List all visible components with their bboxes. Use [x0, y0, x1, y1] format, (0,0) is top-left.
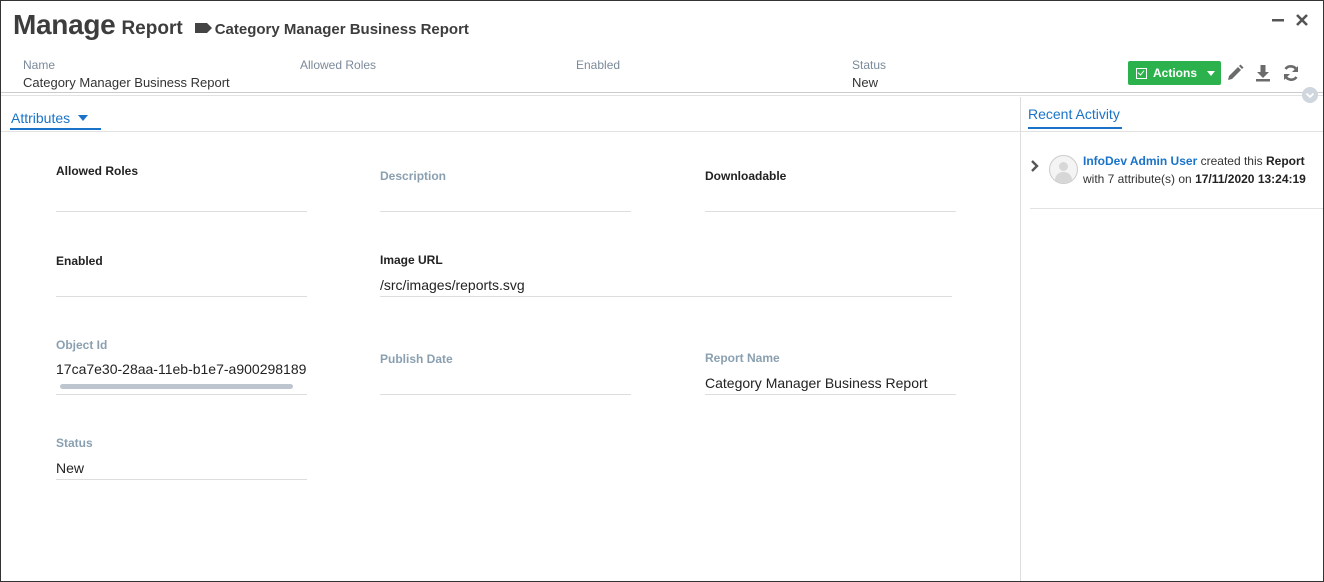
window-controls — [1271, 13, 1309, 27]
report-name-input[interactable]: Category Manager Business Report — [705, 375, 955, 391]
field-downloadable: Downloadable — [705, 169, 786, 183]
title-main: Manage — [13, 9, 116, 40]
edit-icon[interactable] — [1225, 63, 1245, 83]
divider — [1, 95, 1323, 96]
caret-down-icon — [1207, 70, 1215, 76]
refresh-icon[interactable] — [1281, 63, 1301, 83]
collapse-icon[interactable] — [1302, 87, 1318, 103]
caret-down-icon — [78, 115, 89, 121]
summary-bar: Name Category Manager Business Report Al… — [1, 58, 1301, 92]
activity-verb: created this — [1200, 154, 1263, 168]
field-label: Object Id — [56, 338, 108, 352]
summary-label: Allowed Roles — [300, 58, 377, 72]
divider — [1, 131, 1020, 132]
field-label: Image URL — [380, 253, 443, 267]
field-label: Description — [380, 169, 447, 183]
field-status: Status — [56, 436, 93, 450]
divider — [1, 92, 1323, 93]
summary-label: Enabled — [576, 58, 621, 72]
field-label: Allowed Roles — [56, 164, 139, 178]
field-underline — [56, 211, 307, 212]
tab-attributes-label: Attributes — [11, 110, 71, 126]
image-url-input[interactable]: /src/images/reports.svg — [380, 277, 950, 293]
avatar-icon — [1049, 155, 1078, 184]
field-underline — [705, 211, 956, 212]
tag-icon — [194, 23, 212, 33]
tab-recent-activity[interactable]: Recent Activity — [1028, 106, 1120, 122]
field-enabled: Enabled — [56, 254, 103, 268]
tab-attributes[interactable]: Attributes — [11, 110, 89, 126]
horizontal-scrollbar[interactable] — [60, 384, 293, 389]
chevron-right-icon[interactable] — [1030, 159, 1040, 173]
field-label: Status — [56, 436, 93, 450]
field-publish-date: Publish Date — [380, 352, 453, 366]
page-title: Manage Report Category Manager Business … — [13, 9, 469, 41]
field-underline — [705, 394, 956, 395]
field-object-id: Object Id — [56, 338, 107, 352]
field-label: Downloadable — [705, 169, 787, 183]
divider — [1021, 131, 1323, 132]
tab-underline — [10, 128, 101, 130]
close-icon[interactable] — [1295, 13, 1309, 27]
summary-status: Status New — [852, 58, 886, 90]
field-underline — [56, 479, 307, 480]
actions-button[interactable]: Actions — [1128, 61, 1221, 85]
summary-value: New — [852, 75, 879, 90]
tab-underline — [1028, 127, 1122, 129]
field-label: Report Name — [705, 351, 780, 365]
actions-label: Actions — [1153, 66, 1198, 80]
activity-detail: with 7 attribute(s) on — [1083, 172, 1192, 186]
field-underline — [56, 394, 307, 395]
activity-object: Report — [1265, 154, 1305, 168]
field-underline — [56, 296, 307, 297]
panel-divider — [1020, 97, 1021, 581]
record-name: Category Manager Business Report — [214, 21, 469, 38]
activity-item: InfoDev Admin User created this Report w… — [1030, 152, 1323, 209]
activity-time: 13:24:19 — [1257, 172, 1306, 186]
field-description: Description — [380, 169, 446, 183]
minimize-icon[interactable] — [1271, 13, 1285, 27]
avatar-body — [1055, 172, 1072, 183]
activity-user-link[interactable]: InfoDev Admin User — [1083, 154, 1197, 168]
object-id-input[interactable]: 17ca7e30-28aa-11eb-b1e7-a90029818951 — [56, 361, 307, 377]
title-type: Report — [121, 18, 183, 39]
summary-enabled: Enabled — [576, 58, 620, 75]
status-input[interactable]: New — [56, 460, 306, 476]
manage-report-window: Manage Report Category Manager Business … — [0, 0, 1324, 582]
activity-date: 17/11/2020 — [1195, 172, 1255, 186]
field-underline — [380, 394, 631, 395]
summary-allowed-roles: Allowed Roles — [300, 58, 376, 75]
checkbox-icon — [1136, 67, 1147, 79]
field-image-url: Image URL — [380, 253, 443, 267]
summary-label: Status — [852, 58, 887, 72]
activity-text: InfoDev Admin User created this Report w… — [1083, 152, 1308, 188]
field-allowed-roles: Allowed Roles — [56, 164, 138, 178]
download-icon[interactable] — [1253, 63, 1273, 83]
summary-value: Category Manager Business Report — [23, 75, 230, 90]
field-report-name: Report Name — [705, 351, 780, 365]
summary-label: Name — [23, 58, 56, 72]
field-label: Enabled — [56, 254, 103, 268]
field-underline — [380, 211, 631, 212]
summary-name: Name Category Manager Business Report — [23, 58, 230, 90]
avatar-head — [1059, 162, 1068, 171]
field-underline — [380, 296, 952, 297]
field-label: Publish Date — [380, 352, 453, 366]
